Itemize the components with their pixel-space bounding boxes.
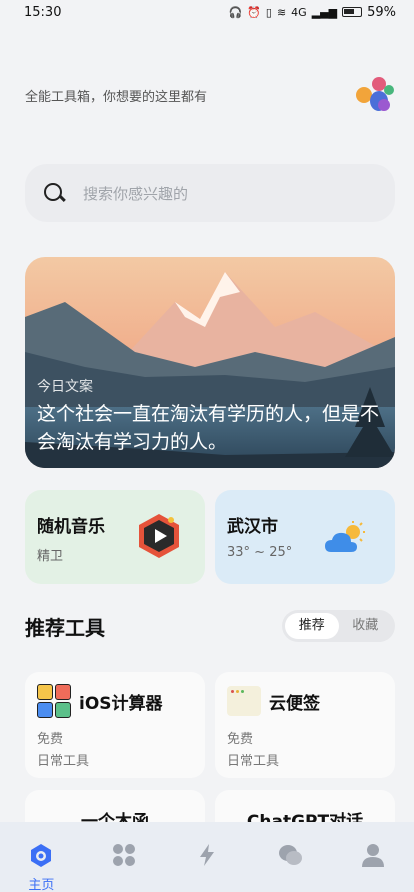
tool-category: 日常工具	[37, 754, 90, 769]
status-time: 15:30	[24, 4, 62, 20]
network-label: 4G	[291, 5, 307, 19]
status-bar: 15:30 🎧 ⏰ ▯ ≋ 4G ▂▄▆ 59%	[0, 0, 414, 24]
tab-home-label: 主页	[28, 878, 55, 892]
daily-quote-banner[interactable]: 今日文案 这个社会一直在淘汰有学历的人，但是不会淘汰有学习力的人。	[25, 257, 395, 468]
section-tab-switch: 推荐 收藏	[282, 610, 395, 642]
bottom-tab-bar: 主页	[0, 822, 414, 892]
page-subtitle: 全能工具箱，你想要的这里都有	[25, 90, 208, 105]
tab-apps[interactable]	[94, 842, 154, 868]
home-icon	[31, 844, 52, 867]
wifi-icon: ≋	[276, 5, 287, 19]
tab-chat[interactable]	[260, 842, 320, 868]
random-music-card[interactable]: 随机音乐 精卫	[25, 490, 205, 584]
tool-price: 免费	[37, 732, 64, 747]
status-icons: 🎧 ⏰ ▯ ≋ 4G ▂▄▆ 59%	[228, 5, 396, 20]
tab-favorites[interactable]: 收藏	[339, 613, 393, 639]
weather-card[interactable]: 武汉市 33° ~ 25°	[215, 490, 395, 584]
tool-category: 日常工具	[227, 754, 280, 769]
section-title: 推荐工具	[25, 616, 105, 640]
battery-percent: 59%	[367, 4, 396, 20]
search-icon	[43, 182, 65, 204]
tool-name: iOS计算器	[79, 693, 163, 714]
tool-name: 云便签	[269, 693, 320, 714]
search-input[interactable]: 搜索你感兴趣的	[83, 183, 188, 204]
apps-icon	[113, 844, 136, 866]
battery-icon	[342, 7, 363, 17]
partly-cloudy-icon	[325, 521, 365, 552]
calculator-icon	[37, 684, 71, 718]
tool-card-calculator[interactable]: iOS计算器 免费 日常工具	[25, 672, 205, 778]
bolt-icon	[199, 844, 214, 866]
tab-profile[interactable]	[343, 842, 403, 868]
headphones-icon: 🎧	[228, 5, 243, 19]
profile-icon	[361, 844, 384, 867]
note-icon	[227, 686, 261, 716]
hero-label: 今日文案	[37, 379, 93, 395]
tab-quick[interactable]	[177, 842, 237, 868]
tool-price: 免费	[227, 732, 254, 747]
signal-icon: ▂▄▆	[311, 5, 338, 19]
avatar[interactable]	[354, 73, 396, 115]
tab-recommended[interactable]: 推荐	[285, 613, 339, 639]
alarm-icon: ⏰	[247, 5, 261, 19]
play-icon	[139, 514, 179, 558]
vibrate-icon: ▯	[265, 5, 272, 19]
chat-icon	[278, 845, 302, 865]
tool-card-cloud-note[interactable]: 云便签 免费 日常工具	[215, 672, 395, 778]
tab-home[interactable]: 主页	[11, 842, 71, 892]
hero-quote: 这个社会一直在淘汰有学历的人，但是不会淘汰有学习力的人。	[37, 403, 380, 453]
search-bar[interactable]: 搜索你感兴趣的	[25, 164, 395, 222]
